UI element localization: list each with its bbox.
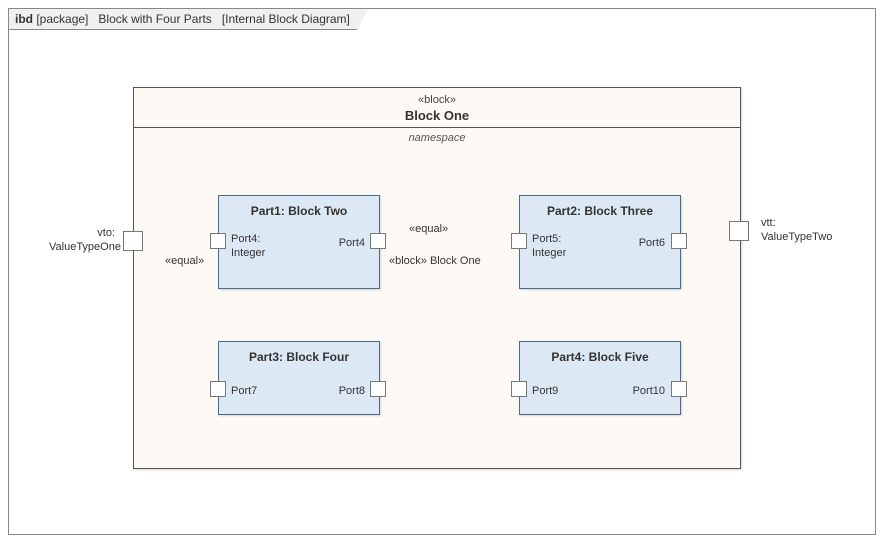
part2-port-left-label: Port5: Integer: [532, 233, 566, 261]
part2-title: Part2: Block Three: [520, 196, 680, 218]
part2-port-right-label: Port6: [609, 237, 665, 251]
block-one-header: «block» Block One: [134, 88, 740, 128]
block-one-stereotype: «block»: [134, 94, 740, 106]
connector-left-equal: «equal»: [165, 255, 204, 269]
part4-port-left[interactable]: [511, 381, 527, 397]
connector-mid-equal: «equal»: [409, 223, 448, 237]
part4-block-five[interactable]: Part4: Block Five: [519, 341, 681, 415]
block-one-name: Block One: [134, 108, 740, 123]
frame-title-tab: ibd [package] Block with Four Parts [Int…: [8, 8, 369, 30]
part3-port-right-label: Port8: [309, 385, 365, 399]
part1-title: Part1: Block Two: [219, 196, 379, 218]
outer-port-vtt[interactable]: [729, 221, 749, 241]
part1-port-left-label: Port4: Integer: [231, 233, 265, 261]
block-one-namespace: namespace: [134, 128, 740, 148]
frame-subtitle: [Internal Block Diagram]: [222, 12, 350, 26]
part1-port-right[interactable]: [370, 233, 386, 249]
part1-port-right-label: Port4: [309, 237, 365, 251]
part3-port-left[interactable]: [210, 381, 226, 397]
part2-port-right[interactable]: [671, 233, 687, 249]
outer-port-vto-label: vto: ValueTypeOne: [49, 227, 115, 255]
diagram-frame: ibd [package] Block with Four Parts [Int…: [8, 8, 876, 535]
part3-port-right[interactable]: [370, 381, 386, 397]
part2-port-left[interactable]: [511, 233, 527, 249]
frame-kind: ibd: [15, 12, 33, 26]
outer-port-vto[interactable]: [123, 231, 143, 251]
part4-port-right[interactable]: [671, 381, 687, 397]
part4-title: Part4: Block Five: [520, 342, 680, 364]
frame-kind-suffix: [package]: [36, 12, 88, 26]
connector-mid-type: «block» Block One: [389, 255, 481, 269]
outer-port-vtt-label: vtt: ValueTypeTwo: [761, 217, 832, 245]
part3-block-four[interactable]: Part3: Block Four: [218, 341, 380, 415]
part3-port-left-label: Port7: [231, 385, 257, 399]
frame-title: Block with Four Parts: [98, 12, 211, 26]
part3-title: Part3: Block Four: [219, 342, 379, 364]
part4-port-left-label: Port9: [532, 385, 558, 399]
part1-port-left[interactable]: [210, 233, 226, 249]
part4-port-right-label: Port10: [605, 385, 665, 399]
